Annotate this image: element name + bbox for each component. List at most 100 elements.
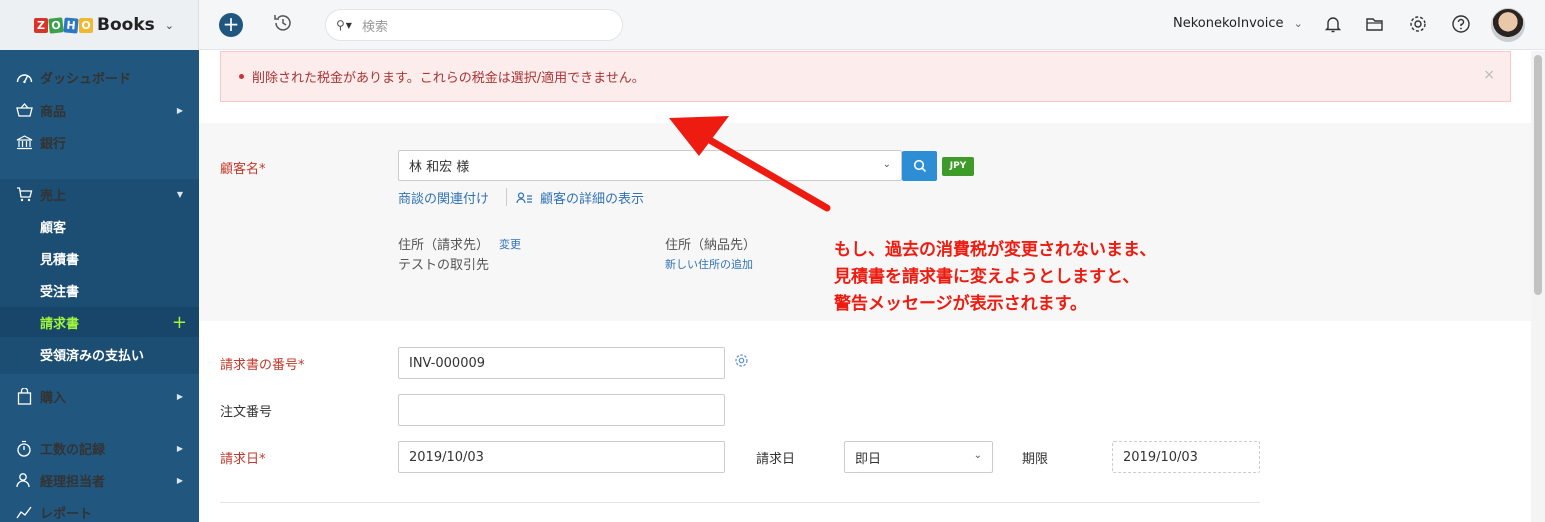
sidebar-item-label: 受注書 [40, 284, 80, 300]
sidebar-item-reports[interactable]: レポート [0, 497, 199, 522]
chevron-down-icon: ⌄ [882, 159, 891, 170]
associate-deals-link[interactable]: 商談の関連付け [398, 188, 489, 207]
due-date-input[interactable]: 2019/10/03 [1112, 441, 1260, 473]
bullet-icon [239, 74, 244, 79]
sidebar-item-label: 売上 [40, 188, 67, 204]
customer-name-label: 顧客名* [220, 162, 266, 177]
invoice-date-label: 請求日* [220, 452, 266, 467]
gear-icon[interactable] [734, 353, 750, 369]
brand-name: Books [97, 15, 155, 35]
sidebar-item-label: 経理担当者 [40, 474, 106, 490]
bell-icon[interactable] [1323, 14, 1343, 34]
terms-select[interactable]: 即日 ⌄ [844, 441, 993, 473]
sidebar-item-payments-received[interactable]: 受領済みの支払い [0, 339, 199, 369]
sidebar-item-label: 顧客 [40, 220, 67, 236]
annotation-line: 見積書を請求書に変えようとしますと、 [834, 267, 1140, 287]
organization-switcher[interactable]: NekonekoInvoice ⌄ [1173, 16, 1303, 31]
logo-letter: O [79, 17, 93, 33]
annotation-text: もし、過去の消費税が変更されないまま、 見積書を請求書に変えようとしますと、 警… [834, 237, 1156, 318]
basket-icon [15, 101, 33, 119]
view-customer-details-link[interactable]: 顧客の詳細の表示 [540, 188, 644, 207]
due-date-value: 2019/10/03 [1123, 449, 1198, 465]
sidebar-item-label: 銀行 [40, 136, 67, 152]
zoho-logo: ZOHO [34, 16, 94, 34]
search-icon [913, 159, 926, 173]
caret-down-icon[interactable]: ▼ [346, 21, 352, 30]
billing-address-label: 住所（請求先） [398, 238, 490, 253]
close-icon[interactable]: × [1483, 67, 1495, 83]
chevron-down-icon: ⌄ [1293, 17, 1303, 30]
invoice-date-input[interactable]: 2019/10/03 [398, 441, 725, 473]
customer-select-value: 林 和宏 様 [409, 160, 470, 175]
bank-icon [15, 133, 33, 151]
link-divider [506, 188, 507, 206]
logo-letter: H [63, 16, 79, 34]
brand-header[interactable]: ZOHO Books ⌄ [0, 0, 199, 50]
annotation-line: 警告メッセージが表示されます。 [834, 294, 1087, 314]
sidebar-item-accountant[interactable]: 経理担当者 ▶ [0, 465, 199, 495]
sidebar: ZOHO Books ⌄ ダッシュボード 商品 ▶ 銀行 売上 ▼ 顧客 見積書… [0, 0, 199, 522]
invoice-number-label: 請求書の番号* [220, 358, 305, 373]
stopwatch-icon [15, 439, 33, 457]
shipping-address-label: 住所（納品先） [665, 238, 757, 253]
terms-value: 即日 [855, 451, 882, 467]
avatar[interactable] [1491, 8, 1525, 42]
quick-create-button[interactable]: + [219, 13, 243, 37]
logo-letter: O [48, 16, 64, 34]
sidebar-item-label: ダッシュボード [40, 71, 132, 87]
main-content: 削除された税金があります。これらの税金は選択/適用できません。 × 顧客名* 林… [199, 51, 1531, 522]
error-alert: 削除された税金があります。これらの税金は選択/適用できません。 × [220, 51, 1511, 102]
dashboard-icon [15, 68, 33, 86]
logo-letter: Z [34, 17, 48, 33]
contact-card-icon [516, 191, 533, 209]
chevron-right-icon: ▶ [176, 105, 183, 115]
order-number-label: 注文番号 [220, 405, 273, 420]
folder-icon[interactable] [1365, 14, 1385, 34]
annotation-line: もし、過去の消費税が変更されないまま、 [834, 240, 1157, 260]
gear-icon[interactable] [1408, 14, 1428, 34]
invoice-number-value: INV-000009 [409, 355, 486, 371]
billing-address-change-link[interactable]: 変更 [499, 236, 521, 252]
search-icon: ⚲ [336, 18, 345, 32]
sidebar-item-invoices[interactable]: 請求書 + [0, 307, 199, 337]
shopping-bag-icon [15, 387, 33, 405]
chevron-down-icon: ▼ [176, 189, 183, 199]
sidebar-item-label: 受領済みの支払い [40, 348, 145, 364]
due-date-label: 期限 [1022, 452, 1049, 467]
sidebar-item-label: 工数の記録 [40, 442, 106, 458]
chevron-down-icon[interactable]: ⌄ [165, 19, 174, 32]
sidebar-item-sales-orders[interactable]: 受注書 [0, 275, 199, 305]
add-invoice-icon[interactable]: + [172, 312, 187, 333]
chart-line-icon [15, 503, 33, 521]
chevron-right-icon: ▶ [176, 443, 183, 453]
sidebar-item-items[interactable]: 商品 ▶ [0, 95, 199, 125]
sidebar-item-label: 見積書 [40, 252, 80, 268]
sidebar-item-banking[interactable]: 銀行 [0, 127, 199, 157]
scrollbar[interactable] [1531, 51, 1545, 522]
scrollbar-thumb[interactable] [1534, 55, 1542, 295]
sidebar-item-time-tracking[interactable]: 工数の記録 ▶ [0, 433, 199, 463]
order-number-input[interactable] [398, 394, 725, 426]
invoice-date-value: 2019/10/03 [409, 449, 484, 465]
search-placeholder: 検索 [361, 19, 388, 35]
sidebar-item-label: 購入 [40, 390, 67, 406]
help-icon[interactable] [1451, 14, 1471, 34]
top-bar: + ⚲ ▼ 検索 NekonekoInvoice ⌄ [199, 0, 1545, 50]
user-icon [15, 471, 33, 489]
customer-search-button[interactable] [902, 151, 937, 181]
sidebar-item-customers[interactable]: 顧客 [0, 211, 199, 241]
sidebar-item-purchases[interactable]: 購入 ▶ [0, 381, 199, 411]
organization-name: NekonekoInvoice [1173, 16, 1284, 31]
add-shipping-address-link[interactable]: 新しい住所の追加 [665, 256, 753, 272]
search-input[interactable]: ⚲ ▼ 検索 [325, 9, 623, 41]
currency-badge: JPY [942, 157, 974, 176]
sidebar-item-label: 請求書 [40, 316, 80, 332]
history-icon[interactable] [272, 12, 294, 34]
alert-message: 削除された税金があります。これらの税金は選択/適用できません。 [252, 71, 645, 86]
annotation-arrow [669, 116, 831, 212]
invoice-number-input[interactable]: INV-000009 [398, 347, 725, 379]
sidebar-item-sales[interactable]: 売上 ▼ [0, 179, 199, 209]
sidebar-item-dashboard[interactable]: ダッシュボード [0, 62, 199, 92]
sidebar-item-estimates[interactable]: 見積書 [0, 243, 199, 273]
terms-label: 請求日 [756, 452, 796, 467]
